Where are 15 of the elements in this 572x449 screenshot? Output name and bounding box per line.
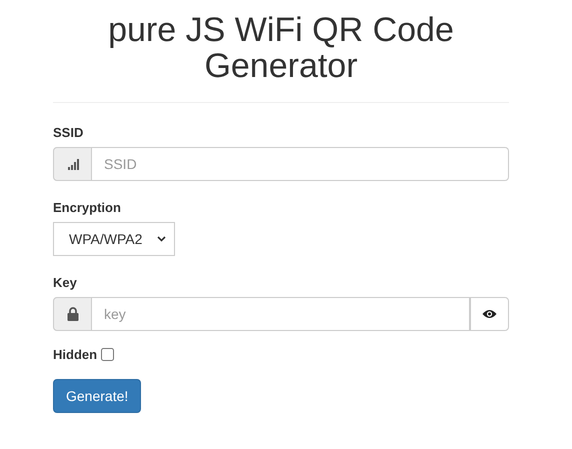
key-label: Key — [53, 275, 78, 290]
show-password-button[interactable] — [470, 297, 509, 331]
encryption-label: Encryption — [53, 200, 122, 215]
lock-icon — [66, 307, 78, 321]
chevron-icon — [157, 236, 166, 242]
generate-button[interactable]: Generate! — [53, 379, 142, 413]
ssid-label: SSID — [53, 125, 84, 140]
hidden-label: Hidden — [53, 347, 98, 362]
hidden-checkbox[interactable] — [101, 348, 114, 361]
ssid-field[interactable]: SSID — [92, 147, 509, 181]
page-title: pure JS WiFi QR Code Generator — [107, 12, 455, 84]
encryption-select[interactable]: WPA/WPA2 — [53, 222, 175, 256]
eye-icon — [482, 309, 497, 319]
key-field[interactable]: key — [92, 297, 470, 331]
signal-icon — [66, 158, 78, 170]
